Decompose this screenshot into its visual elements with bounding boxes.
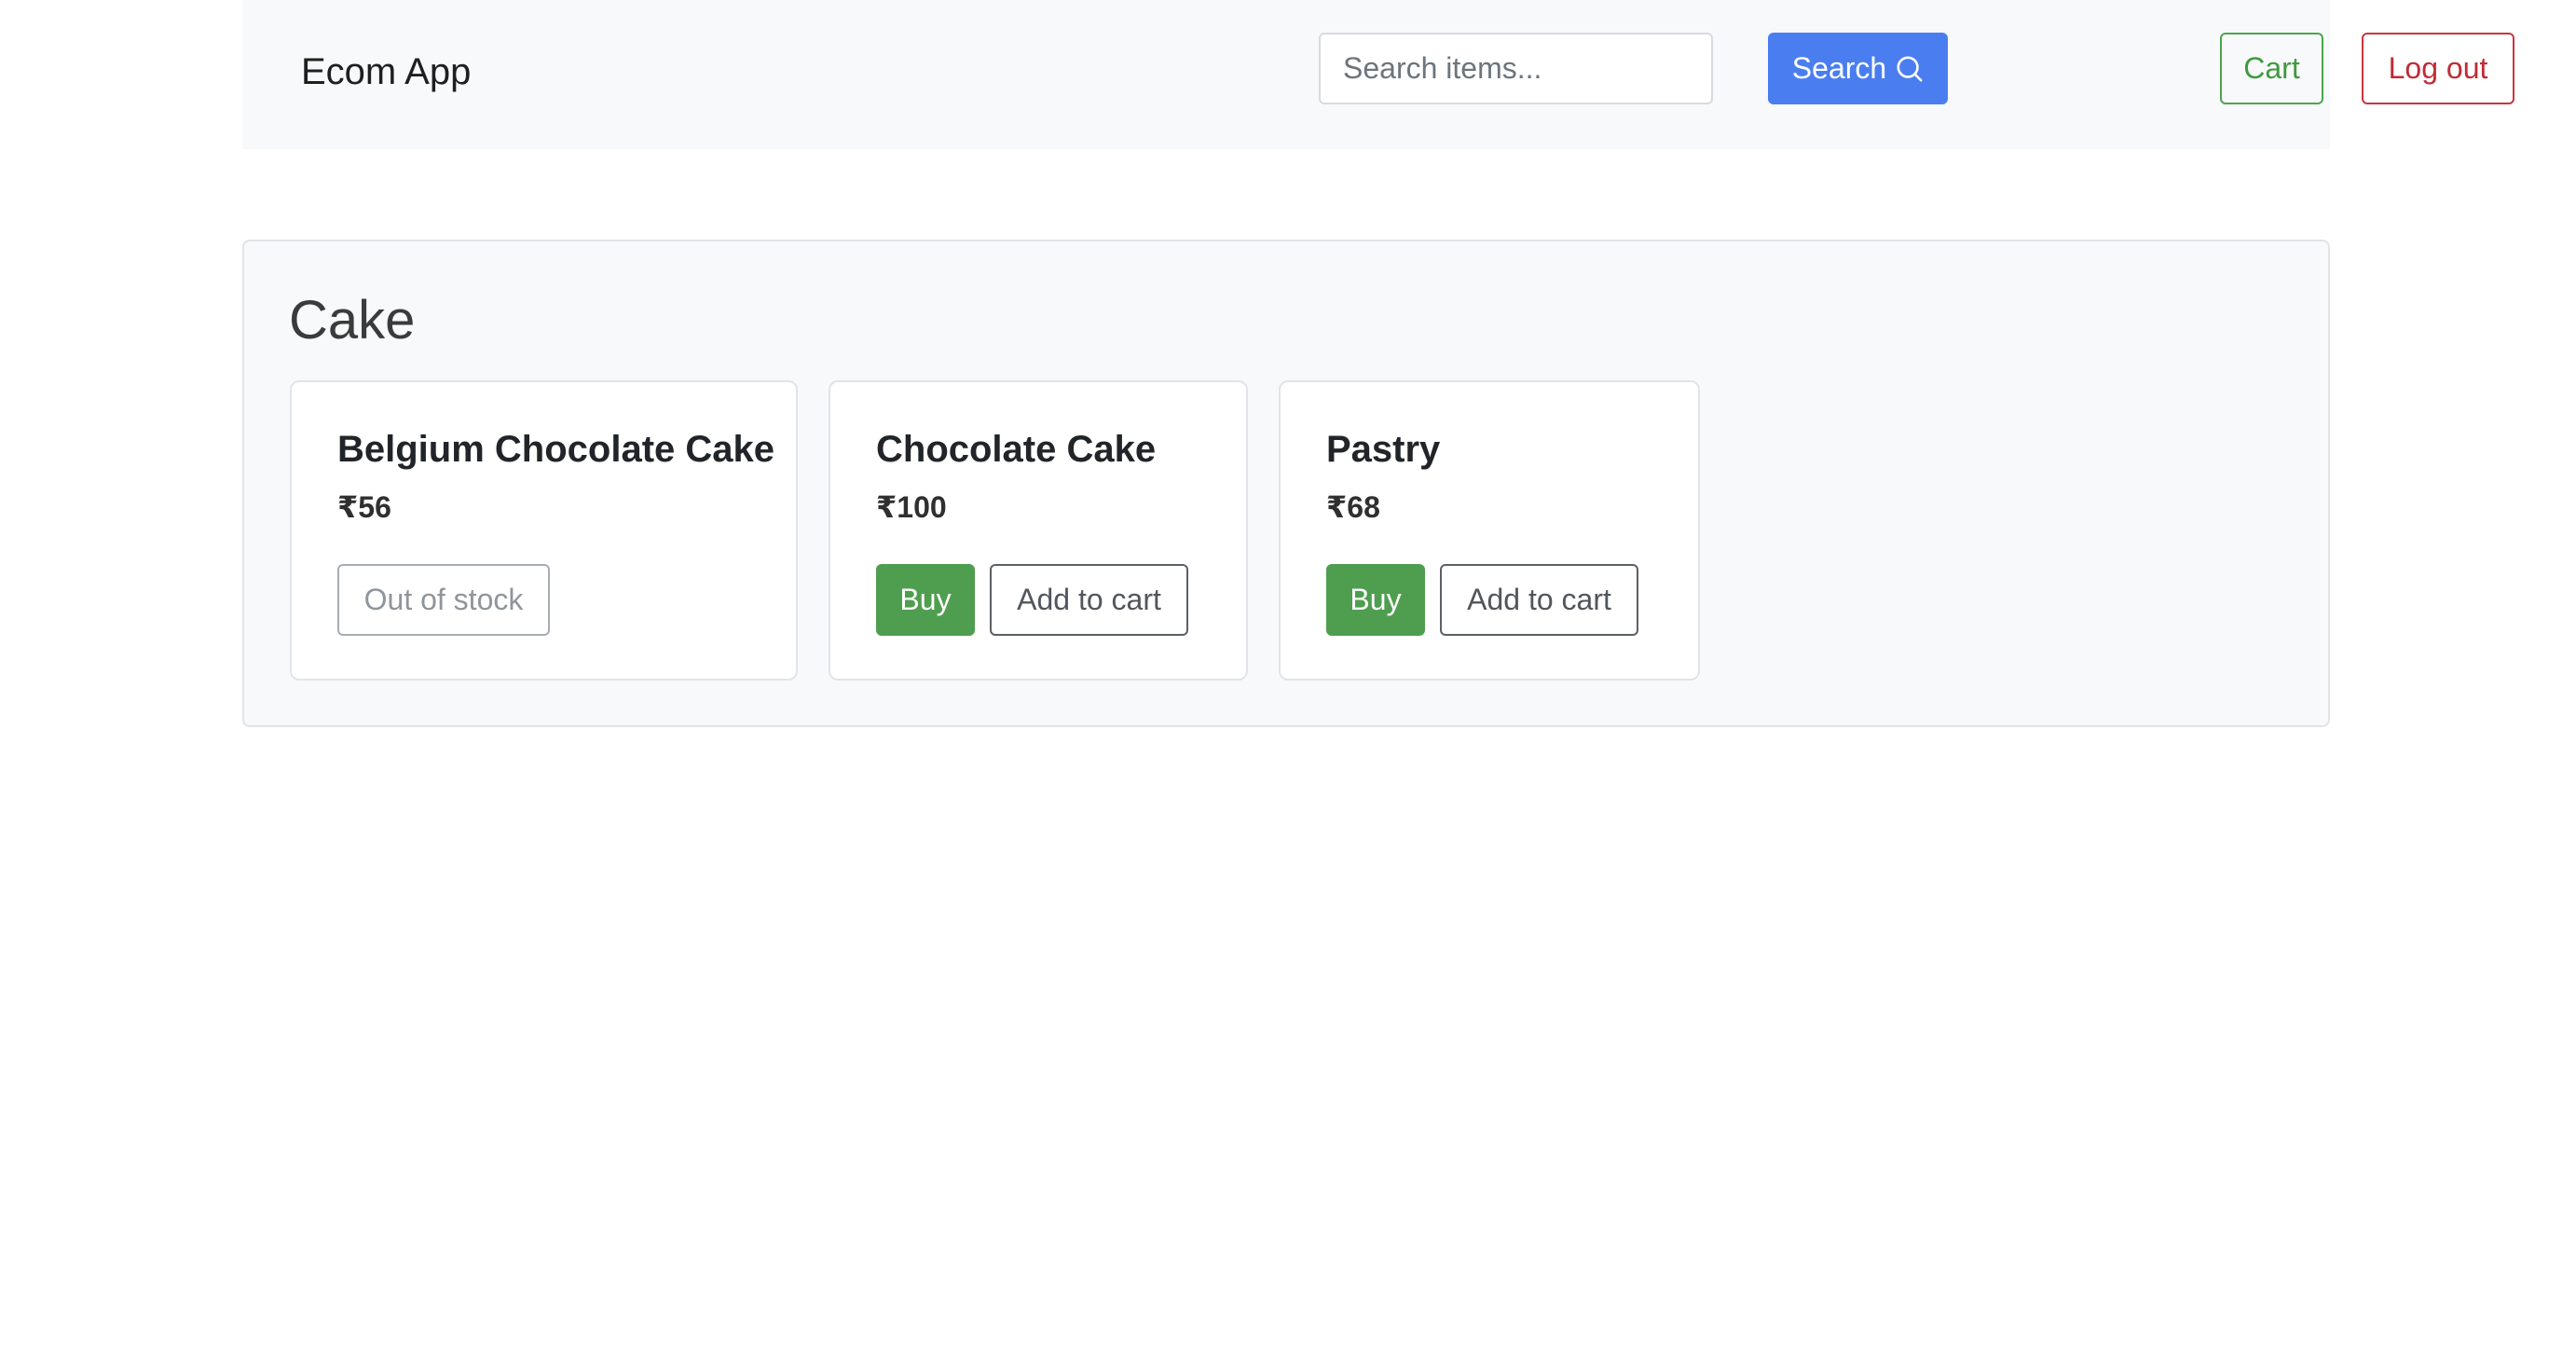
search-input[interactable]	[1319, 33, 1713, 104]
search-button-label: Search	[1791, 51, 1887, 85]
product-name: Belgium Chocolate Cake	[337, 429, 775, 470]
navbar: Ecom App Search Cart Log out	[242, 0, 2514, 149]
product-price: ₹68	[1326, 490, 1380, 524]
logout-button[interactable]: Log out	[2362, 33, 2514, 104]
product-card: Pastry ₹68 Buy Add to cart	[1279, 380, 1700, 681]
add-to-cart-button[interactable]: Add to cart	[990, 564, 1188, 636]
product-name: Pastry	[1326, 429, 1441, 470]
brand-link[interactable]: Ecom App	[301, 48, 471, 95]
product-price: ₹56	[337, 490, 391, 524]
cart-button[interactable]: Cart	[2220, 33, 2323, 104]
category-title: Cake	[289, 290, 416, 351]
product-card: Chocolate Cake ₹100 Buy Add to cart	[829, 380, 1248, 681]
out-of-stock-button[interactable]: Out of stock	[337, 564, 550, 636]
product-price: ₹100	[876, 490, 947, 524]
product-name: Chocolate Cake	[876, 429, 1157, 470]
buy-button[interactable]: Buy	[876, 564, 975, 636]
product-card: Belgium Chocolate Cake ₹56 Out of stock	[290, 380, 798, 681]
search-icon	[1897, 56, 1923, 81]
add-to-cart-button[interactable]: Add to cart	[1440, 564, 1638, 636]
category-panel: Cake Belgium Chocolate Cake ₹56 Out of s…	[242, 240, 2330, 727]
buy-button[interactable]: Buy	[1326, 564, 1425, 636]
search-button[interactable]: Search	[1768, 33, 1948, 104]
